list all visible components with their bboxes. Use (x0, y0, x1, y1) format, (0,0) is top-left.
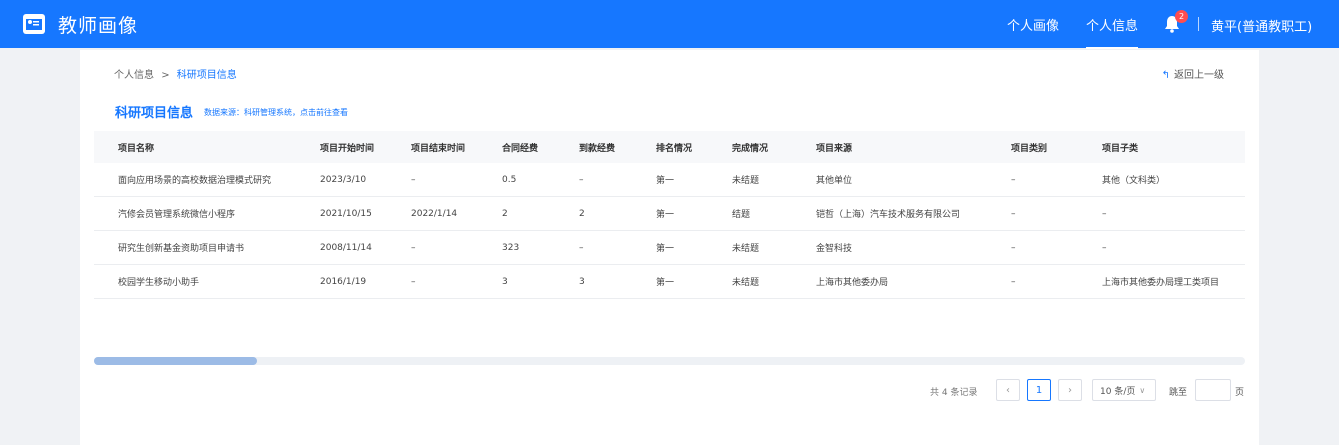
jump-page-input[interactable] (1195, 379, 1231, 401)
cell-subcategory: 其他（文科类） (1102, 176, 1166, 186)
cell-contract-funds: 3 (502, 276, 508, 287)
app-title: 教师画像 (58, 15, 139, 37)
logo-icon (23, 14, 45, 34)
nav-personal-portrait[interactable]: 个人画像 (1007, 15, 1059, 34)
cell-end-date: – (411, 276, 416, 287)
cell-received-funds: 2 (579, 208, 585, 219)
cell-start-date: 2021/10/15 (320, 208, 372, 219)
col-ranking: 排名情况 (656, 143, 693, 154)
cell-ranking: 第一 (656, 210, 675, 220)
chevron-down-icon: ∨ (1139, 385, 1146, 395)
cell-completion: 未结题 (732, 244, 760, 254)
next-page-button[interactable]: › (1058, 379, 1082, 401)
cell-start-date: 2008/11/14 (320, 242, 372, 253)
table-row[interactable]: 校园学生移动小助手 2016/1/19 – 3 3 第一 未结题 上海市其他委办… (94, 265, 1245, 299)
page-size-select[interactable]: 10 条/页 ∨ (1092, 379, 1156, 401)
content-card: 个人信息 > 科研项目信息 ↰ 返回上一级 科研项目信息 数据来源：科研管理系统，… (80, 50, 1259, 445)
col-source: 项目来源 (816, 143, 853, 154)
cell-contract-funds: 0.5 (502, 174, 517, 185)
col-completion: 完成情况 (732, 143, 769, 154)
jump-suffix: 页 (1235, 388, 1245, 398)
col-category: 项目类别 (1011, 143, 1048, 154)
cell-ranking: 第一 (656, 278, 675, 288)
cell-source: 金智科技 (816, 244, 853, 254)
top-bar: 教师画像 个人画像 个人信息 2 黄平(普通教职工) (0, 0, 1339, 49)
cell-start-date: 2016/1/19 (320, 276, 367, 287)
table-header: 项目名称 项目开始时间 项目结束时间 合同经费 到款经费 排名情况 完成情况 项… (94, 131, 1245, 163)
cell-end-date: – (411, 242, 416, 253)
col-subcategory: 项目子类 (1102, 143, 1139, 154)
scrollbar-thumb[interactable] (94, 357, 257, 365)
breadcrumb-parent[interactable]: 个人信息 (114, 70, 154, 81)
cell-project-name: 校园学生移动小助手 (118, 278, 200, 288)
col-received-funds: 到款经费 (579, 143, 616, 154)
cell-ranking: 第一 (656, 244, 675, 254)
cell-source: 铠哲（上海）汽车技术服务有限公司 (816, 210, 961, 220)
cell-source: 其他单位 (816, 176, 853, 186)
page-1-button[interactable]: 1 (1027, 379, 1051, 401)
cell-contract-funds: 2 (502, 208, 508, 219)
cell-category: – (1011, 276, 1016, 287)
cell-end-date: 2022/1/14 (411, 208, 458, 219)
table-row[interactable]: 汽修会员管理系统微信小程序 2021/10/15 2022/1/14 2 2 第… (94, 197, 1245, 231)
back-button[interactable]: ↰ 返回上一级 (1162, 66, 1224, 81)
cell-contract-funds: 323 (502, 242, 520, 253)
cell-category: – (1011, 208, 1016, 219)
cell-completion: 未结题 (732, 176, 760, 186)
cell-project-name: 研究生创新基金资助项目申请书 (118, 244, 245, 254)
project-table: 项目名称 项目开始时间 项目结束时间 合同经费 到款经费 排名情况 完成情况 项… (94, 131, 1245, 299)
table-row[interactable]: 研究生创新基金资助项目申请书 2008/11/14 – 323 – 第一 未结题… (94, 231, 1245, 265)
cell-subcategory: – (1102, 242, 1107, 253)
col-contract-funds: 合同经费 (502, 143, 539, 154)
notification-badge: 2 (1175, 10, 1188, 23)
back-label: 返回上一级 (1174, 70, 1224, 81)
page-size-value: 10 条/页 (1100, 386, 1136, 397)
cell-start-date: 2023/3/10 (320, 174, 367, 185)
horizontal-scrollbar[interactable] (94, 357, 1245, 365)
cell-subcategory: 上海市其他委办局理工类项目 (1102, 278, 1220, 288)
col-start-date: 项目开始时间 (320, 143, 375, 154)
breadcrumb-current: 科研项目信息 (176, 70, 237, 81)
divider (1198, 17, 1199, 31)
total-records: 共 4 条记录 (930, 388, 978, 398)
cell-received-funds: – (579, 242, 584, 253)
cell-completion: 结题 (732, 210, 751, 220)
cell-category: – (1011, 242, 1016, 253)
data-source-link[interactable]: 数据来源：科研管理系统，点击前往查看 (204, 107, 348, 118)
cell-project-name: 汽修会员管理系统微信小程序 (118, 210, 236, 220)
cell-received-funds: 3 (579, 276, 585, 287)
cell-category: – (1011, 174, 1016, 185)
col-end-date: 项目结束时间 (411, 143, 466, 154)
cell-source: 上海市其他委办局 (816, 278, 889, 288)
cell-ranking: 第一 (656, 176, 675, 186)
col-project-name: 项目名称 (118, 143, 155, 154)
prev-page-button[interactable]: ‹ (996, 379, 1020, 401)
cell-project-name: 面向应用场景的高校数据治理模式研究 (118, 176, 272, 186)
back-arrow-icon: ↰ (1161, 70, 1170, 81)
cell-subcategory: – (1102, 208, 1107, 219)
jump-label: 跳至 (1169, 388, 1188, 398)
section-title: 科研项目信息 (115, 106, 194, 121)
cell-completion: 未结题 (732, 278, 760, 288)
user-name[interactable]: 黄平(普通教职工) (1211, 16, 1312, 35)
nav-personal-info[interactable]: 个人信息 (1086, 15, 1139, 49)
breadcrumb-separator: > (161, 70, 170, 81)
table-row[interactable]: 面向应用场景的高校数据治理模式研究 2023/3/10 – 0.5 – 第一 未… (94, 163, 1245, 197)
cell-end-date: – (411, 174, 416, 185)
breadcrumb: 个人信息 > 科研项目信息 (114, 66, 237, 81)
cell-received-funds: – (579, 174, 584, 185)
